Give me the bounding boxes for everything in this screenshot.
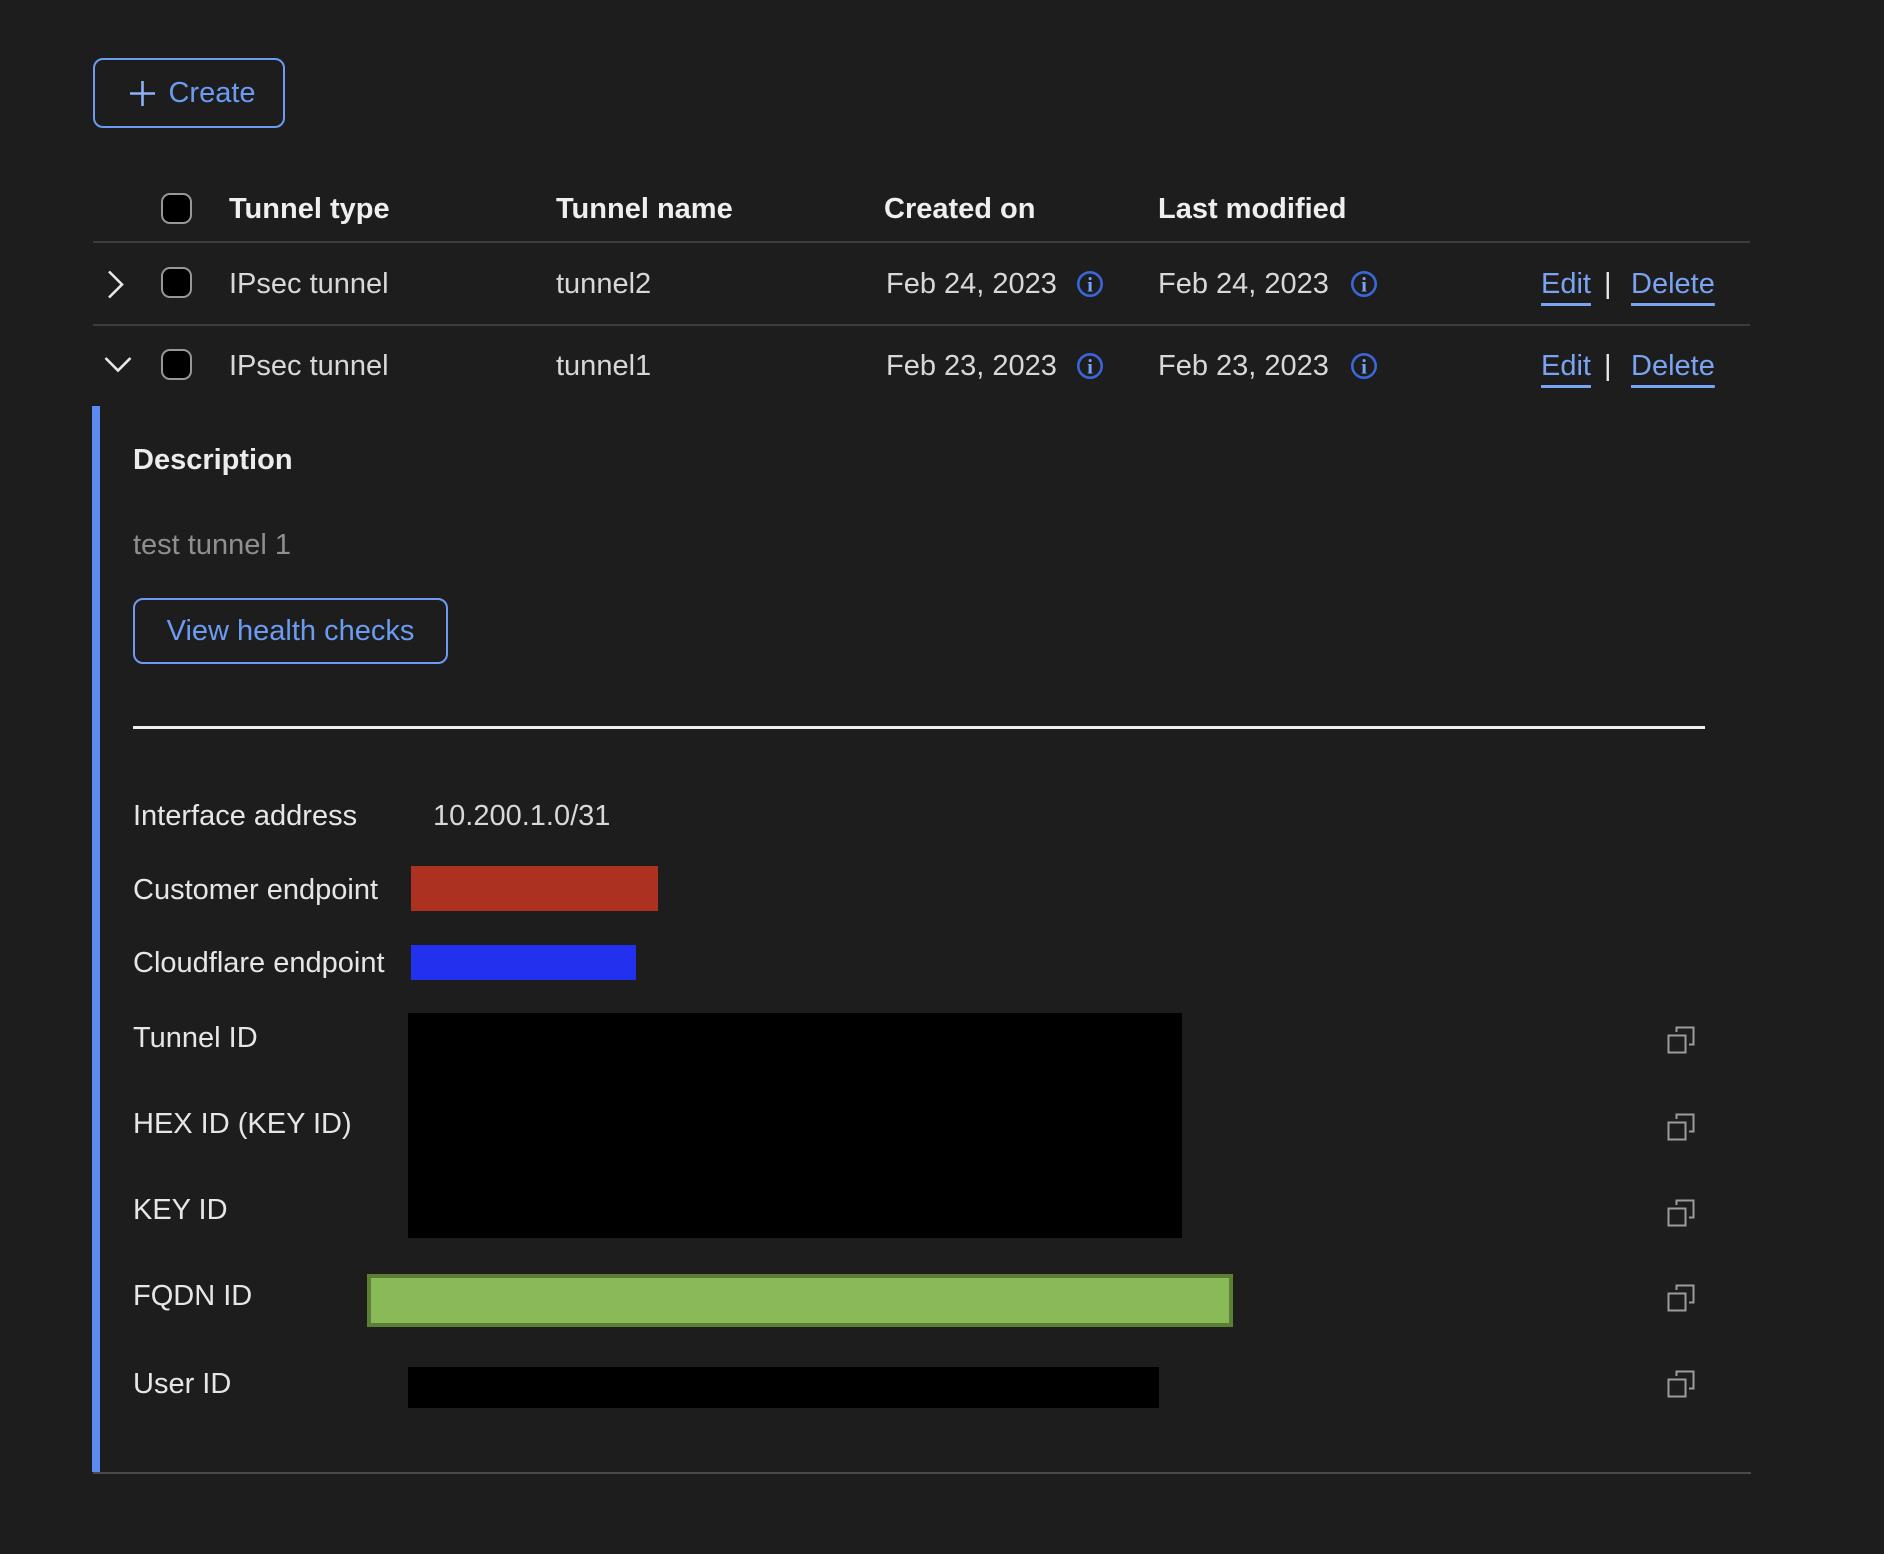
svg-text:i: i [1087, 355, 1093, 379]
svg-text:i: i [1087, 273, 1093, 297]
svg-text:i: i [1361, 355, 1367, 379]
svg-text:i: i [1361, 273, 1367, 297]
